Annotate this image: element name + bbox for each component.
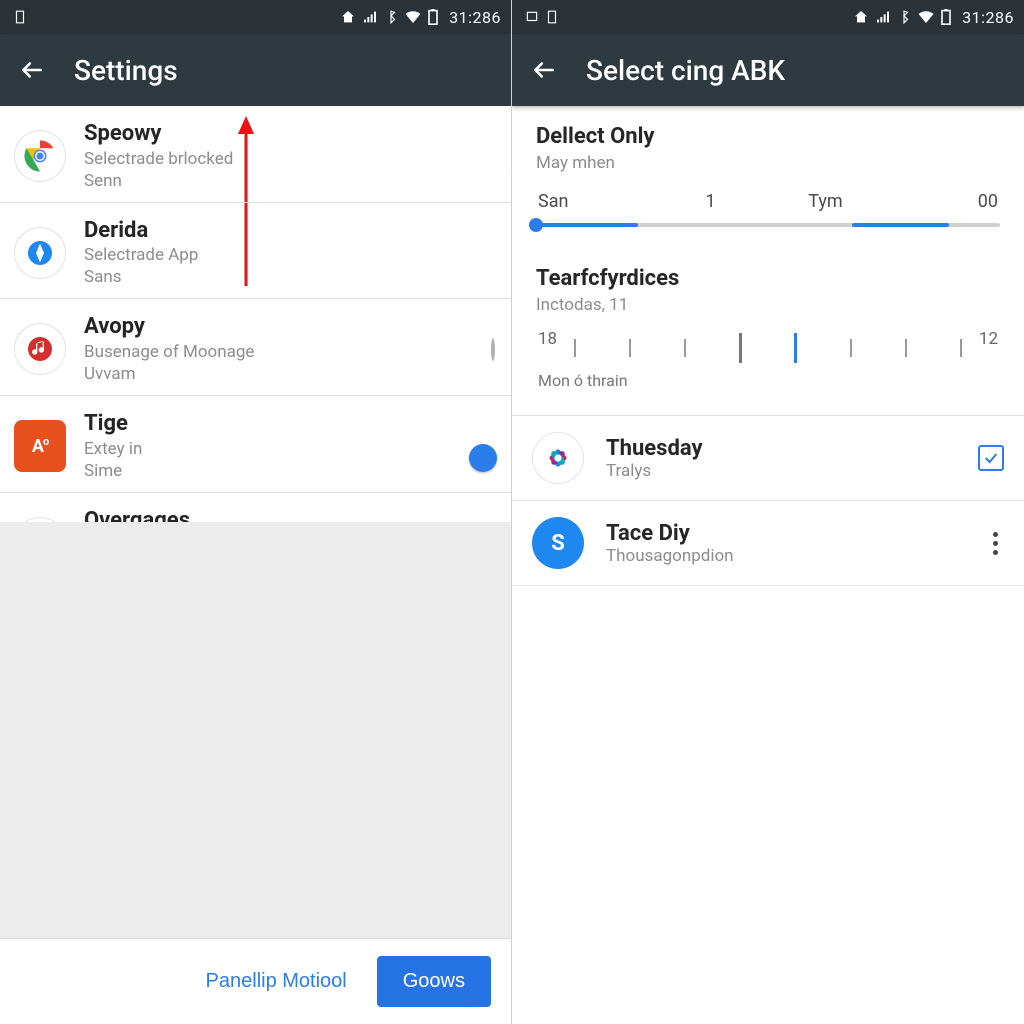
list-item[interactable]: Thuesday Tralys [512, 416, 1024, 501]
range-labels: San 1 Tym 00 [538, 191, 998, 212]
bluetooth-icon [897, 10, 911, 24]
notification-icon [525, 10, 539, 24]
ruler-end: 12 [979, 329, 998, 349]
chrome-icon [14, 130, 66, 182]
item-subtitle2: Uvvam [84, 363, 483, 385]
more-button[interactable] [987, 528, 1004, 559]
range-label: 1 [653, 191, 768, 212]
item-subtitle2: Sans [84, 266, 487, 288]
section-subtitle: Inctodas, 11 [536, 295, 1000, 315]
checkbox[interactable] [978, 445, 1004, 471]
home-icon [340, 9, 356, 25]
list-item[interactable]: Avopy Busenage of Moonage Uvvam [0, 299, 511, 396]
item-subtitle: Thousagonpdion [606, 546, 734, 566]
range-slider[interactable] [536, 218, 1000, 232]
back-button[interactable] [18, 56, 46, 84]
item-title: Overgages [84, 507, 487, 522]
radio[interactable] [491, 340, 495, 359]
item-title: Tige [84, 410, 487, 438]
list-item[interactable]: Derida Selectrade App Sans [0, 203, 511, 300]
statusbar-time: 31:286 [962, 8, 1014, 27]
signal-icon [362, 9, 378, 25]
statusbar: 31:286 [512, 0, 1024, 34]
list-item[interactable]: Speowy Selectrade brlocked Senn [0, 106, 511, 203]
item-title: Thuesday [606, 436, 703, 461]
item-title: Avopy [84, 313, 483, 341]
music-icon [14, 323, 66, 375]
page-title: Settings [74, 54, 178, 87]
section-tearf: Tearfcfyrdices Inctodas, 11 18 12 Mon ó … [512, 240, 1024, 397]
section-title: Tearfcfyrdices [536, 266, 1000, 291]
battery-icon [428, 9, 438, 25]
ap-icon: Ao [14, 420, 66, 472]
section-subtitle: May mhen [536, 153, 1000, 173]
notification-icon [13, 10, 27, 24]
ruler-slider[interactable]: 18 12 Mon ó thrain [538, 329, 998, 389]
range-label: Tym [768, 191, 883, 212]
chrome-icon [14, 517, 66, 522]
notification-icon [545, 10, 559, 24]
battery-icon [941, 9, 951, 25]
empty-area [0, 522, 511, 938]
home-icon [853, 9, 869, 25]
item-title: Speowy [84, 120, 487, 148]
ruler-start: 18 [538, 329, 557, 349]
compass-icon [14, 227, 66, 279]
item-subtitle2: Senn [84, 170, 487, 192]
item-subtitle: Selectrade App [84, 244, 487, 266]
item-subtitle: Selectrade brlocked [84, 148, 487, 170]
item-subtitle: Tralys [606, 461, 703, 481]
secondary-button[interactable]: Panellip Motiool [202, 960, 351, 1003]
page-title: Select cing ABK [586, 54, 785, 87]
primary-button[interactable]: Goows [377, 956, 491, 1007]
ruler-caption: Mon ó thrain [538, 371, 628, 390]
range-label: San [538, 191, 653, 212]
statusbar: 31:286 [0, 0, 511, 34]
wifi-icon [404, 8, 422, 26]
section-dellect: Dellect Only May mhen San 1 Tym 00 [512, 106, 1024, 240]
section-title: Dellect Only [536, 124, 1000, 149]
list-item[interactable]: Overgages Poisondar aps Dilikan [0, 493, 511, 522]
flower-icon [532, 432, 584, 484]
wifi-icon [917, 8, 935, 26]
item-title: Tace Diy [606, 521, 734, 546]
item-subtitle2: Sime [84, 460, 487, 482]
s-badge-icon: S [532, 517, 584, 569]
settings-list: Speowy Selectrade brlocked Senn Derida S… [0, 106, 511, 522]
item-subtitle: Busenage of Moonage [84, 341, 483, 363]
range-label: 00 [883, 191, 998, 212]
bluetooth-icon [384, 10, 398, 24]
statusbar-time: 31:286 [449, 8, 501, 27]
header: Settings [0, 34, 511, 106]
signal-icon [875, 9, 891, 25]
header: Select cing ABK [512, 34, 1024, 106]
list-item[interactable]: Ao Tige Extey in Sime [0, 396, 511, 493]
list-item[interactable]: S Tace Diy Thousagonpdion [512, 501, 1024, 586]
pane-detail: 31:286 Select cing ABK Dellect Only May … [512, 0, 1024, 1024]
item-title: Derida [84, 217, 487, 245]
item-subtitle: Extey in [84, 438, 487, 460]
pane-settings: 31:286 Settings Speowy Selectrade brlock… [0, 0, 512, 1024]
back-button[interactable] [530, 56, 558, 84]
footer: Panellip Motiool Goows [0, 938, 511, 1024]
